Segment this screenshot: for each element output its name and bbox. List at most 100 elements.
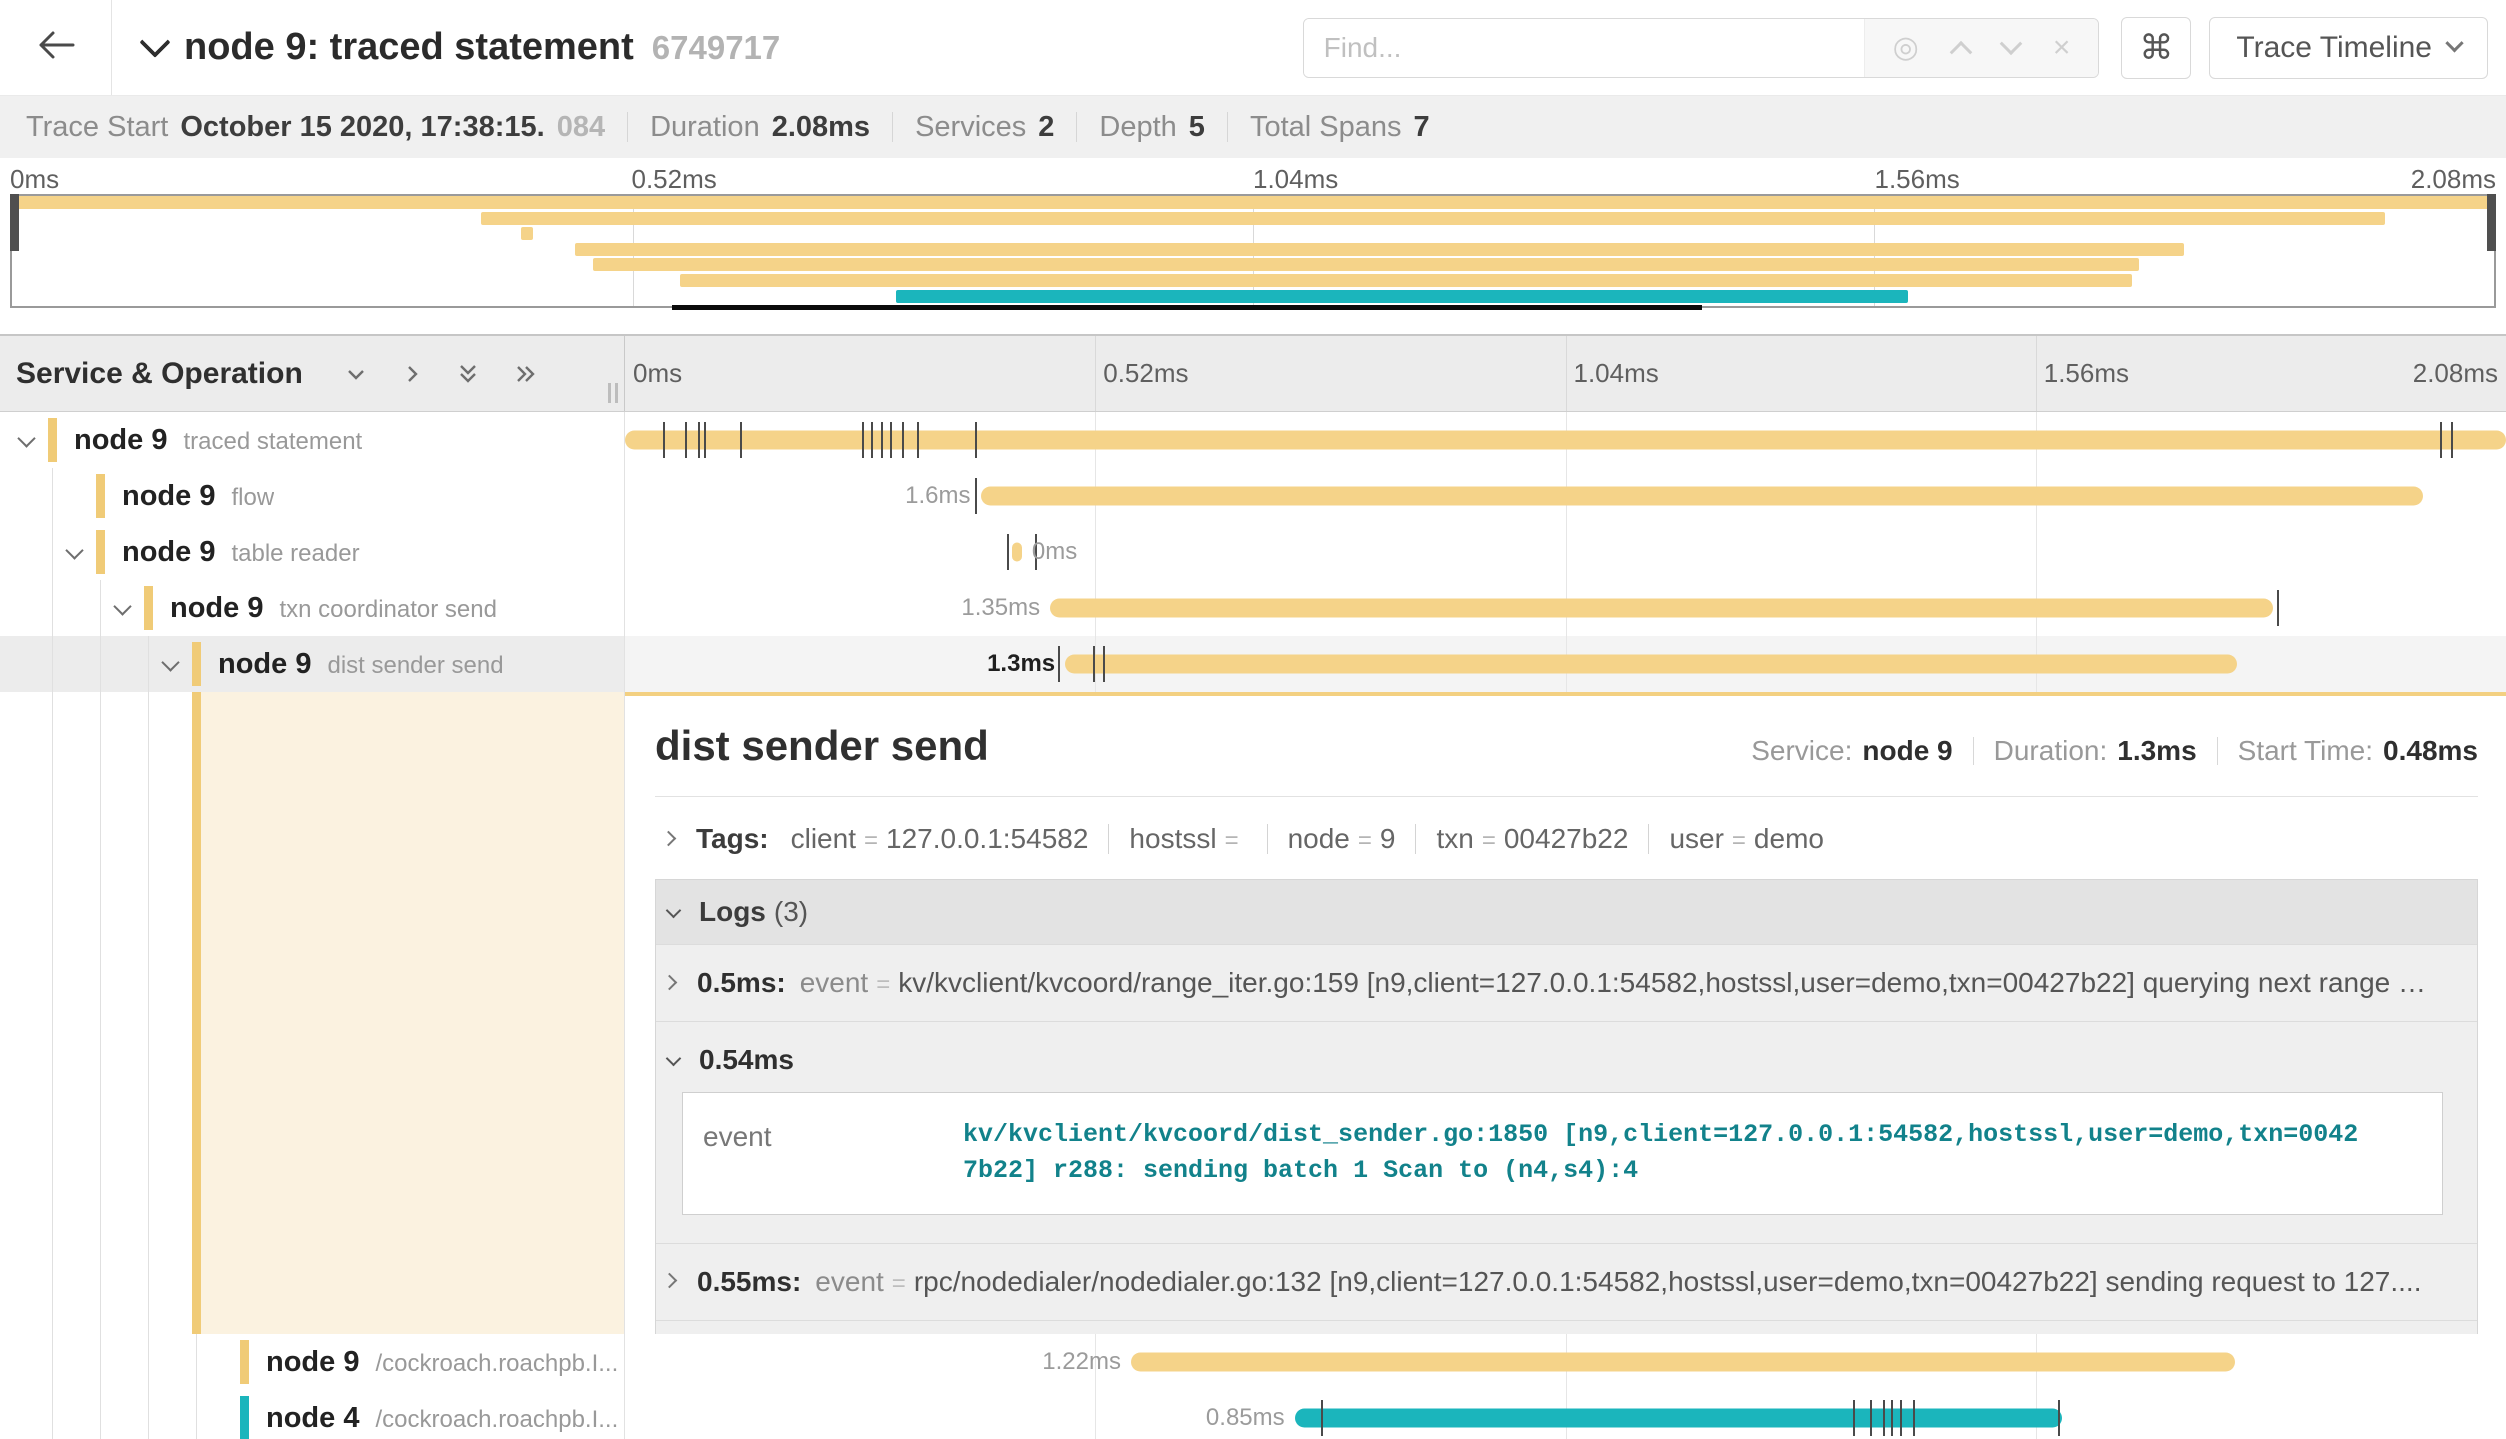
keyboard-shortcuts-button[interactable]: ⌘ xyxy=(2121,17,2191,79)
detail-meta-label: Start Time: xyxy=(2238,735,2373,767)
trace-summary-item: Trace StartOctober 15 2020, 17:38:15.084 xyxy=(26,111,605,144)
span-duration-bar[interactable] xyxy=(1050,599,2273,618)
minimap-right-drag-handle[interactable] xyxy=(2487,194,2496,251)
indent-guide xyxy=(196,1390,197,1439)
span-log-tick xyxy=(975,422,977,458)
chevron-down-icon xyxy=(2445,34,2463,52)
logs-header[interactable]: Logs (3) xyxy=(656,880,2477,944)
row-collapse-chevron-icon[interactable] xyxy=(161,653,179,671)
log-field-table: eventkv/kvclient/kvcoord/dist_sender.go:… xyxy=(682,1092,2443,1215)
span-row-tree-cell[interactable]: node 4/cockroach.roachpb.I... xyxy=(0,1390,625,1439)
row-collapse-chevron-icon[interactable] xyxy=(113,597,131,615)
minimap-canvas[interactable] xyxy=(10,194,2496,308)
indent-guide xyxy=(148,692,149,1334)
log-collapse-chevron-icon[interactable] xyxy=(666,1050,682,1066)
find-input[interactable] xyxy=(1304,19,1864,77)
focus-match-icon[interactable]: ◎ xyxy=(1893,33,1919,63)
trace-view-selector[interactable]: Trace Timeline xyxy=(2209,17,2488,79)
row-collapse-chevron-icon[interactable] xyxy=(65,541,83,559)
span-row-timeline-cell[interactable]: 1.35ms xyxy=(625,580,2506,636)
span-row-tree-cell[interactable]: node 9dist sender send xyxy=(0,636,625,692)
minimap-scroll-indicator xyxy=(672,305,1702,310)
span-log-tick xyxy=(1900,1400,1902,1436)
expand-all-icon[interactable] xyxy=(511,361,541,387)
indent-guide xyxy=(52,468,53,524)
span-row-tree-cell[interactable]: node 9txn coordinator send xyxy=(0,580,625,636)
detail-meta: Service:node 9Duration:1.3msStart Time:0… xyxy=(1751,735,2478,767)
log-entry-summary[interactable]: 0.55ms:event=rpc/nodedialer/nodedialer.g… xyxy=(658,1266,2459,1298)
span-row-tree-cell[interactable]: node 9/cockroach.roachpb.I... xyxy=(0,1334,625,1390)
span-row-tree-cell[interactable]: node 9flow xyxy=(0,468,625,524)
prev-match-icon[interactable] xyxy=(1953,40,1969,56)
span-duration-bar[interactable] xyxy=(625,431,2506,450)
log-entry-summary[interactable]: 0.54ms xyxy=(658,1044,2459,1076)
service-name: node 4 xyxy=(266,1402,359,1435)
tag-key: hostssl xyxy=(1129,823,1216,854)
tag-value: 9 xyxy=(1380,823,1396,854)
ruler-tick-label: 2.08ms xyxy=(2413,358,2498,389)
indent-guide xyxy=(196,1334,197,1390)
span-row-timeline-cell[interactable]: 0.85ms xyxy=(625,1390,2506,1439)
indent-guide xyxy=(52,692,53,1334)
detail-span-title: dist sender send xyxy=(655,722,1751,770)
collapse-all-icon[interactable] xyxy=(455,359,481,389)
indent-guide xyxy=(52,1390,53,1439)
timeline-ruler: 0ms0.52ms1.04ms1.56ms2.08ms xyxy=(625,336,2506,411)
span-duration-bar[interactable] xyxy=(1131,1353,2235,1372)
span-duration-label: 1.22ms xyxy=(1042,1348,1131,1376)
trace-minimap: 0ms0.52ms1.04ms1.56ms2.08ms xyxy=(0,162,2506,334)
tags-row[interactable]: Tags: client=127.0.0.1:54582hostssl=node… xyxy=(655,797,2478,863)
detail-indent-fill xyxy=(192,692,624,1334)
log-expand-chevron-icon[interactable] xyxy=(662,1273,678,1289)
span-row-timeline-cell[interactable]: 1.6ms xyxy=(625,468,2506,524)
ruler-gridline xyxy=(1566,336,1567,411)
trace-summary-label: Duration xyxy=(650,111,760,144)
minimap-left-drag-handle[interactable] xyxy=(10,194,19,251)
span-duration-bar[interactable] xyxy=(1012,543,1021,562)
span-row-timeline-cell[interactable]: 1.22ms xyxy=(625,1334,2506,1390)
span-detail-indent xyxy=(0,692,625,1334)
log-expand-chevron-icon[interactable] xyxy=(662,974,678,990)
clear-find-icon[interactable]: × xyxy=(2053,33,2071,63)
log-entry-summary[interactable]: 0.5ms:event=kv/kvclient/kvcoord/range_it… xyxy=(658,967,2459,999)
tag-equals: = xyxy=(1358,827,1372,854)
span-row-timeline-cell[interactable]: 0ms xyxy=(625,524,2506,580)
span-log-tick xyxy=(1913,1400,1915,1436)
tag-equals: = xyxy=(1225,827,1239,854)
indent-guide xyxy=(148,636,149,692)
logs-count: (3) xyxy=(774,896,808,928)
span-duration-label: 0.85ms xyxy=(1206,1404,1295,1432)
span-duration-bar[interactable] xyxy=(1065,655,2237,674)
tags-expand-chevron-icon[interactable] xyxy=(661,830,677,846)
back-button[interactable] xyxy=(0,0,112,95)
operation-name: /cockroach.roachpb.I... xyxy=(375,1406,618,1434)
span-row-tree-cell[interactable]: node 9traced statement xyxy=(0,412,625,468)
indent-guide xyxy=(148,1334,149,1390)
column-resizer-handle[interactable] xyxy=(608,383,618,403)
span-row: node 9/cockroach.roachpb.I... 1.22ms xyxy=(0,1334,2506,1390)
span-log-tick xyxy=(663,422,665,458)
tag-pair: txn=00427b22 xyxy=(1436,823,1628,855)
tag-value: demo xyxy=(1754,823,1824,854)
collapse-header-chevron-icon[interactable] xyxy=(139,26,170,57)
next-match-icon[interactable] xyxy=(2003,40,2019,56)
span-row-timeline-cell[interactable] xyxy=(625,412,2506,468)
log-field-key: event xyxy=(815,1266,884,1298)
span-duration-bar[interactable] xyxy=(1295,1409,2062,1428)
span-log-tick xyxy=(881,422,883,458)
row-collapse-chevron-icon[interactable] xyxy=(17,429,35,447)
minimap-span-bar xyxy=(680,274,2132,287)
expand-one-icon[interactable] xyxy=(399,361,425,387)
minimap-span-bar xyxy=(12,196,2494,209)
span-duration-label: 0ms xyxy=(1022,538,1077,566)
collapse-one-icon[interactable] xyxy=(343,361,369,387)
log-entry: 0.55ms:event=rpc/nodedialer/nodedialer.g… xyxy=(656,1243,2477,1320)
span-row-tree-cell[interactable]: node 9table reader xyxy=(0,524,625,580)
span-log-tick xyxy=(1321,1400,1323,1436)
timeline-gridline xyxy=(1095,524,1096,580)
span-row: node 9dist sender send1.3ms xyxy=(0,636,2506,692)
row-text: node 9traced statement xyxy=(74,424,362,457)
service-name: node 9 xyxy=(266,1346,359,1379)
span-row-timeline-cell[interactable]: 1.3ms xyxy=(625,636,2506,692)
span-duration-bar[interactable] xyxy=(981,487,2424,506)
